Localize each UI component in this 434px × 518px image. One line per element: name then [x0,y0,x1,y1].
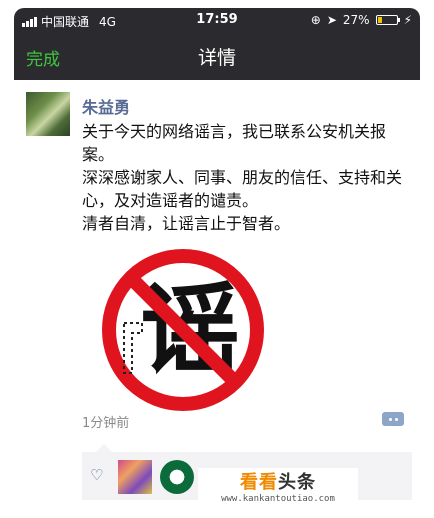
heart-icon: ♡ [90,466,104,484]
charging-icon: ⚡ [403,13,412,27]
post-time: 1分钟前 [82,416,130,431]
no-rumor-image[interactable]: 谣 [98,245,268,415]
author-name[interactable]: 朱益勇 [82,94,130,118]
battery-percent: 27% [342,13,370,27]
liker-avatar[interactable] [118,460,152,494]
page-title: 详情 [197,47,236,69]
status-bar: 中国联通 4G 17:59 ⊕ ➤ 27% ⚡ [14,8,420,32]
avatar[interactable] [26,92,70,136]
battery-icon [375,15,400,25]
watermark-brand-b: 头条 [278,472,316,493]
watermark-brand-a: 看看 [240,472,278,493]
watermark: 看看头条 www.kankantoutiao.com [198,468,358,512]
phone-screen: 中国联通 4G 17:59 ⊕ ➤ 27% ⚡ 完成 详情 朱益勇 关于今天的网… [14,8,420,518]
moment-post: 朱益勇 关于今天的网络谣言，我已联系公安机关报案。 深深感谢家人、同事、朋友的信… [14,80,420,450]
watermark-url: www.kankantoutiao.com [221,494,335,504]
comment-button[interactable] [382,412,404,426]
nav-bar: 完成 详情 [14,32,420,80]
location-icon: ➤ [326,13,337,27]
watermark-brand: 看看头条 [198,468,358,494]
liker-avatar[interactable] [160,460,194,494]
post-text: 关于今天的网络谣言，我已联系公安机关报案。 深深感谢家人、同事、朋友的信任、支持… [82,122,403,233]
status-right: ⊕ ➤ 27% ⚡ [311,13,412,27]
rotation-lock-icon: ⊕ [310,13,321,27]
